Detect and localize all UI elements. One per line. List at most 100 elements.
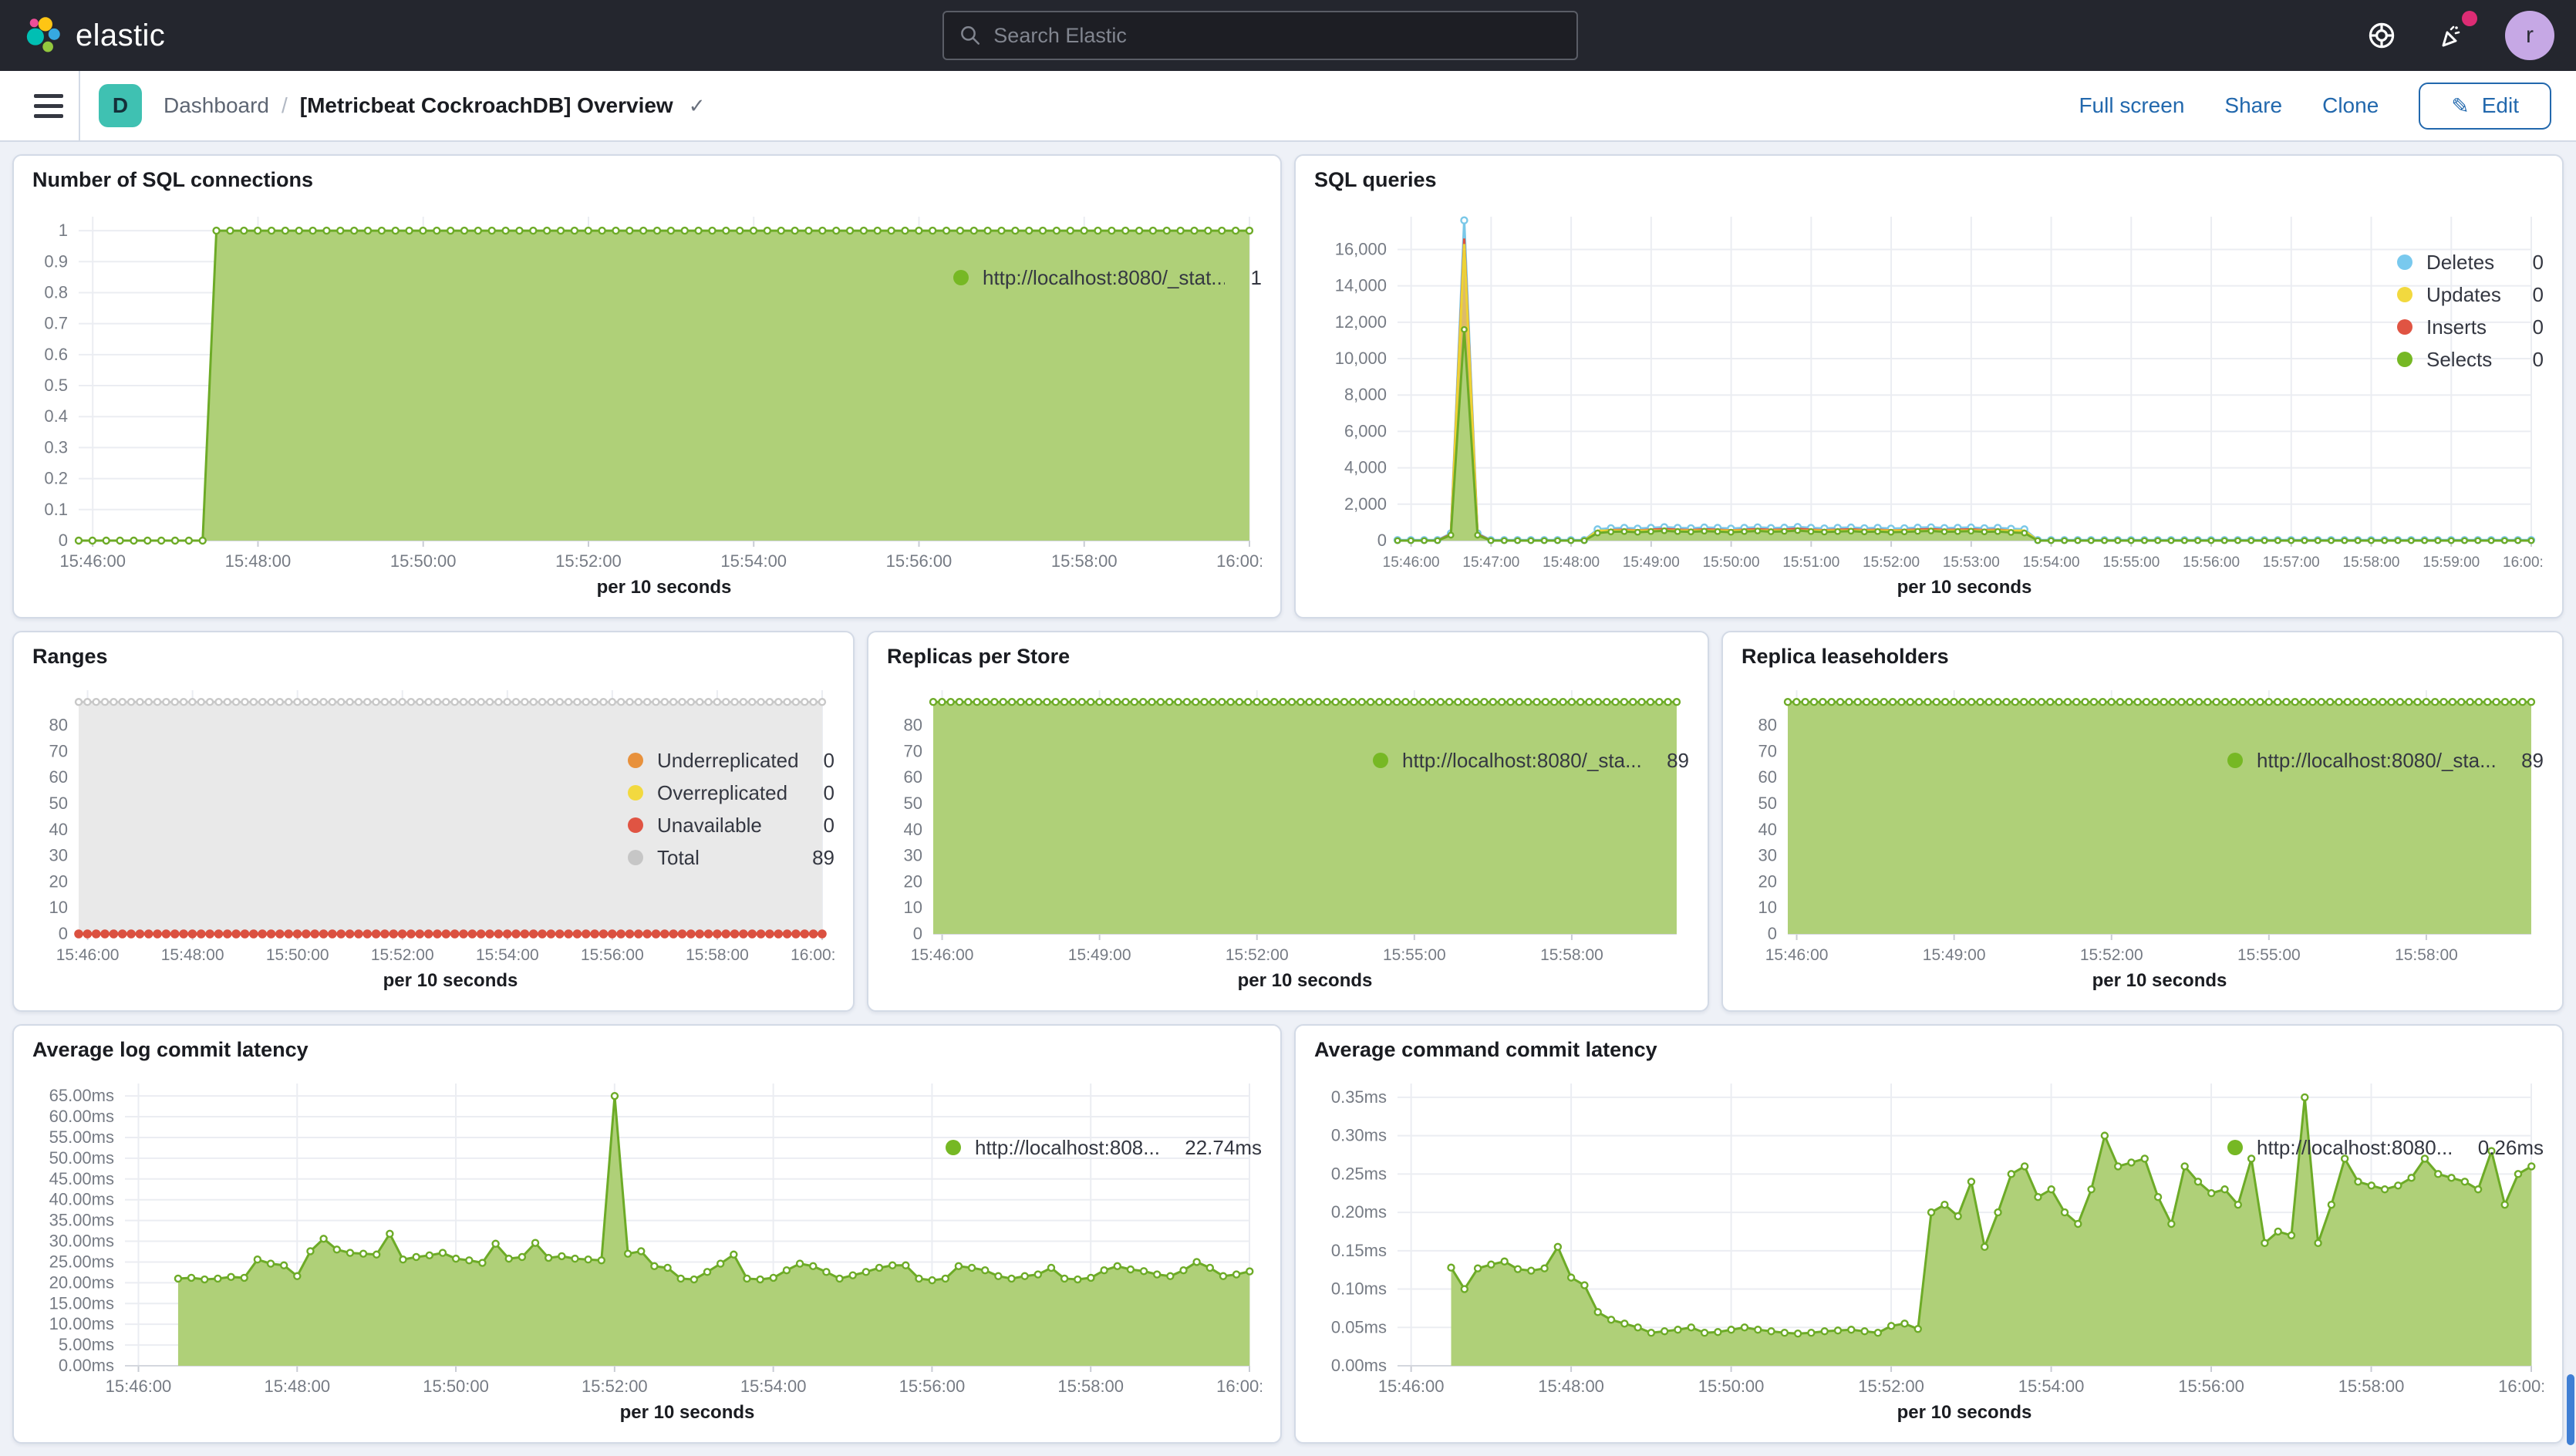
- legend-item[interactable]: Underreplicated0: [628, 749, 835, 772]
- legend-item[interactable]: http://localhost:8080...0.26ms: [2227, 1136, 2544, 1159]
- help-button[interactable]: [2363, 17, 2400, 54]
- svg-text:70: 70: [49, 741, 68, 760]
- svg-text:0.00ms: 0.00ms: [59, 1356, 114, 1375]
- space-avatar[interactable]: D: [99, 84, 142, 127]
- share-button[interactable]: Share: [2224, 93, 2282, 118]
- svg-text:35.00ms: 35.00ms: [49, 1211, 114, 1230]
- chart-canvas[interactable]: 0.00ms5.00ms10.00ms15.00ms20.00ms25.00ms…: [32, 1068, 946, 1433]
- legend-item[interactable]: Selects 0: [2397, 348, 2544, 371]
- svg-text:15:49:00: 15:49:00: [1623, 554, 1680, 571]
- global-search[interactable]: [942, 11, 1578, 60]
- svg-text:per 10 seconds: per 10 seconds: [1238, 970, 1373, 991]
- svg-text:15:50:00: 15:50:00: [1703, 554, 1760, 571]
- panel-avg-command-commit-latency: Average command commit latency 0.00ms0.0…: [1294, 1024, 2564, 1444]
- svg-text:15:49:00: 15:49:00: [1068, 946, 1131, 964]
- life-ring-icon: [2366, 20, 2397, 51]
- svg-text:16,000: 16,000: [1335, 239, 1387, 258]
- chart-canvas[interactable]: 0102030405060708015:46:0015:49:0015:52:0…: [1741, 675, 2227, 1001]
- user-avatar[interactable]: r: [2505, 11, 2554, 60]
- legend-label: http://localhost:808...: [975, 1136, 1158, 1159]
- legend-label: Selects: [2426, 348, 2492, 371]
- legend-label: http://localhost:8080/_sta...: [1402, 749, 1640, 772]
- panel-title: Ranges: [32, 645, 835, 669]
- svg-text:15:57:00: 15:57:00: [2263, 554, 2320, 571]
- svg-text:15:52:00: 15:52:00: [371, 946, 434, 964]
- svg-text:80: 80: [904, 716, 922, 735]
- legend-item[interactable]: Inserts0: [2397, 315, 2544, 339]
- svg-text:15:50:00: 15:50:00: [423, 1377, 489, 1396]
- legend-item[interactable]: http://localhost:8080/_stat...1: [953, 266, 1262, 289]
- svg-text:15:54:00: 15:54:00: [720, 551, 787, 571]
- chart-canvas[interactable]: 00.10.20.30.40.50.60.70.80.9115:46:0015:…: [32, 198, 953, 608]
- svg-text:per 10 seconds: per 10 seconds: [1897, 577, 2032, 598]
- svg-text:65.00ms: 65.00ms: [49, 1086, 114, 1105]
- svg-text:40: 40: [904, 820, 922, 839]
- legend-item[interactable]: Deletes0: [2397, 251, 2544, 274]
- menu-button[interactable]: [19, 70, 80, 141]
- search-input[interactable]: [993, 24, 1561, 48]
- chart-canvas[interactable]: 0102030405060708015:46:0015:49:0015:52:0…: [887, 675, 1373, 1001]
- svg-text:2,000: 2,000: [1344, 494, 1387, 514]
- breadcrumb-dashboard[interactable]: Dashboard: [164, 93, 269, 118]
- legend-item[interactable]: Unavailable0: [628, 814, 835, 837]
- legend-swatch-icon: [628, 817, 643, 833]
- chart-canvas[interactable]: 0102030405060708015:46:0015:48:0015:50:0…: [32, 675, 628, 1001]
- app-header: elastic: [0, 0, 2576, 71]
- svg-text:0.3: 0.3: [44, 437, 68, 457]
- svg-text:15:48:00: 15:48:00: [161, 946, 224, 964]
- dashboard-grid: Number of SQL connections 00.10.20.30.40…: [0, 142, 2576, 1456]
- legend-item[interactable]: http://localhost:8080/_sta...89: [1373, 749, 1689, 772]
- svg-text:15:55:00: 15:55:00: [2102, 554, 2160, 571]
- svg-text:15:46:00: 15:46:00: [59, 551, 126, 571]
- newsfeed-button[interactable]: [2434, 17, 2471, 54]
- svg-text:55.00ms: 55.00ms: [49, 1127, 114, 1147]
- legend-label: http://localhost:8080/_stat...: [983, 266, 1225, 289]
- svg-text:20: 20: [904, 871, 922, 891]
- svg-text:0.10ms: 0.10ms: [1331, 1279, 1387, 1299]
- svg-text:15:46:00: 15:46:00: [911, 946, 974, 964]
- svg-text:20: 20: [49, 871, 68, 891]
- svg-text:8,000: 8,000: [1344, 385, 1387, 404]
- panel-sql-connections: Number of SQL connections 00.10.20.30.40…: [12, 154, 1282, 618]
- legend-label: Underreplicated: [657, 749, 797, 772]
- legend-item[interactable]: Updates0: [2397, 283, 2544, 306]
- chart-canvas[interactable]: 02,0004,0006,0008,00010,00012,00014,0001…: [1314, 198, 2397, 608]
- svg-text:0: 0: [59, 531, 68, 550]
- clone-button[interactable]: Clone: [2322, 93, 2379, 118]
- chart-canvas[interactable]: 0.00ms0.05ms0.10ms0.15ms0.20ms0.25ms0.30…: [1314, 1068, 2227, 1433]
- svg-text:10.00ms: 10.00ms: [49, 1314, 114, 1333]
- legend-swatch-icon: [946, 1140, 961, 1155]
- legend-item[interactable]: Total89: [628, 846, 835, 869]
- title-options-icon[interactable]: ✓: [689, 94, 706, 118]
- svg-text:15:48:00: 15:48:00: [264, 1377, 330, 1396]
- legend-item[interactable]: Overreplicated0: [628, 781, 835, 804]
- svg-text:20.00ms: 20.00ms: [49, 1272, 114, 1292]
- legend-value: 0: [2520, 348, 2544, 371]
- legend-swatch-icon: [2397, 352, 2412, 367]
- legend-value: 0: [2520, 251, 2544, 274]
- elastic-logo[interactable]: elastic: [22, 15, 165, 56]
- svg-text:40: 40: [1758, 820, 1777, 839]
- full-screen-button[interactable]: Full screen: [2079, 93, 2184, 118]
- svg-text:15:46:00: 15:46:00: [56, 946, 120, 964]
- svg-text:50: 50: [1758, 794, 1777, 813]
- svg-text:15:54:00: 15:54:00: [740, 1377, 807, 1396]
- chart-legend: Underreplicated0 Overreplicated0 Unavailab…: [628, 675, 835, 1001]
- svg-text:30.00ms: 30.00ms: [49, 1232, 114, 1251]
- svg-text:15:52:00: 15:52:00: [1858, 1377, 1924, 1396]
- legend-item[interactable]: http://localhost:808...22.74ms: [946, 1136, 1262, 1159]
- legend-item[interactable]: http://localhost:8080/_sta...89: [2227, 749, 2544, 772]
- scrollbar-thumb[interactable]: [2567, 1374, 2574, 1445]
- edit-button[interactable]: ✎ Edit: [2419, 83, 2551, 130]
- svg-text:15:46:00: 15:46:00: [1378, 1377, 1445, 1396]
- svg-text:15:46:00: 15:46:00: [106, 1377, 172, 1396]
- party-popper-icon: [2437, 20, 2468, 51]
- svg-text:per 10 seconds: per 10 seconds: [620, 1402, 755, 1423]
- svg-text:15:52:00: 15:52:00: [582, 1377, 648, 1396]
- notification-badge: [2462, 11, 2477, 26]
- svg-text:1: 1: [59, 221, 68, 240]
- panel-avg-log-commit-latency: Average log commit latency 0.00ms5.00ms1…: [12, 1024, 1282, 1444]
- panel-title: Average log commit latency: [32, 1038, 1262, 1062]
- svg-text:0.6: 0.6: [44, 345, 68, 364]
- svg-text:6,000: 6,000: [1344, 421, 1387, 440]
